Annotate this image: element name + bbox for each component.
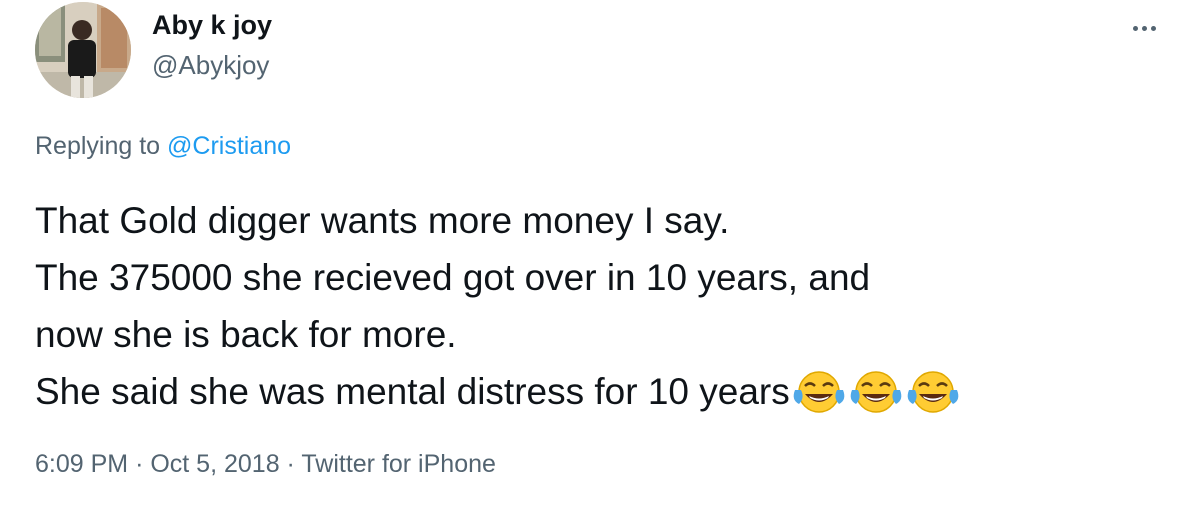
author-display-name[interactable]: Aby k joy <box>152 10 272 41</box>
avatar-photo <box>35 2 131 98</box>
face-with-tears-of-joy-icon <box>848 370 904 430</box>
avatar[interactable] <box>35 2 131 98</box>
reply-mention-link[interactable]: @Cristiano <box>167 132 291 160</box>
meta-separator: · <box>286 450 295 478</box>
tweet-source-link[interactable]: Twitter for iPhone <box>301 450 496 478</box>
tweet-line: now she is back for more. <box>35 314 457 355</box>
author-handle[interactable]: @Abykjoy <box>152 50 269 81</box>
meta-separator: · <box>135 450 144 478</box>
more-horizontal-icon <box>1150 25 1156 31</box>
tweet-date-link[interactable]: Oct 5, 2018 <box>150 450 279 478</box>
tweet-line-with-emojis: She said she was mental distress for 10 … <box>35 363 1175 430</box>
more-options-button[interactable] <box>1124 14 1164 42</box>
face-with-tears-of-joy-icon <box>791 370 847 430</box>
reply-context: Replying to @Cristiano <box>35 132 291 161</box>
tweet-line: She said she was mental distress for 10 … <box>35 371 790 412</box>
tweet-time-link[interactable]: 6:09 PM <box>35 450 128 478</box>
face-with-tears-of-joy-icon <box>905 370 961 430</box>
tweet-line: That Gold digger wants more money I say. <box>35 200 730 241</box>
more-horizontal-icon <box>1141 25 1147 31</box>
tweet-card[interactable]: Aby k joy @Abykjoy Replying to @Cristian… <box>0 0 1200 514</box>
tweet-text: That Gold digger wants more money I say.… <box>35 192 1175 430</box>
reply-prefix: Replying to <box>35 132 161 160</box>
more-horizontal-icon <box>1132 25 1138 31</box>
tweet-line: The 375000 she recieved got over in 10 y… <box>35 257 871 298</box>
tweet-meta: 6:09 PM · Oct 5, 2018 · Twitter for iPho… <box>35 450 496 479</box>
